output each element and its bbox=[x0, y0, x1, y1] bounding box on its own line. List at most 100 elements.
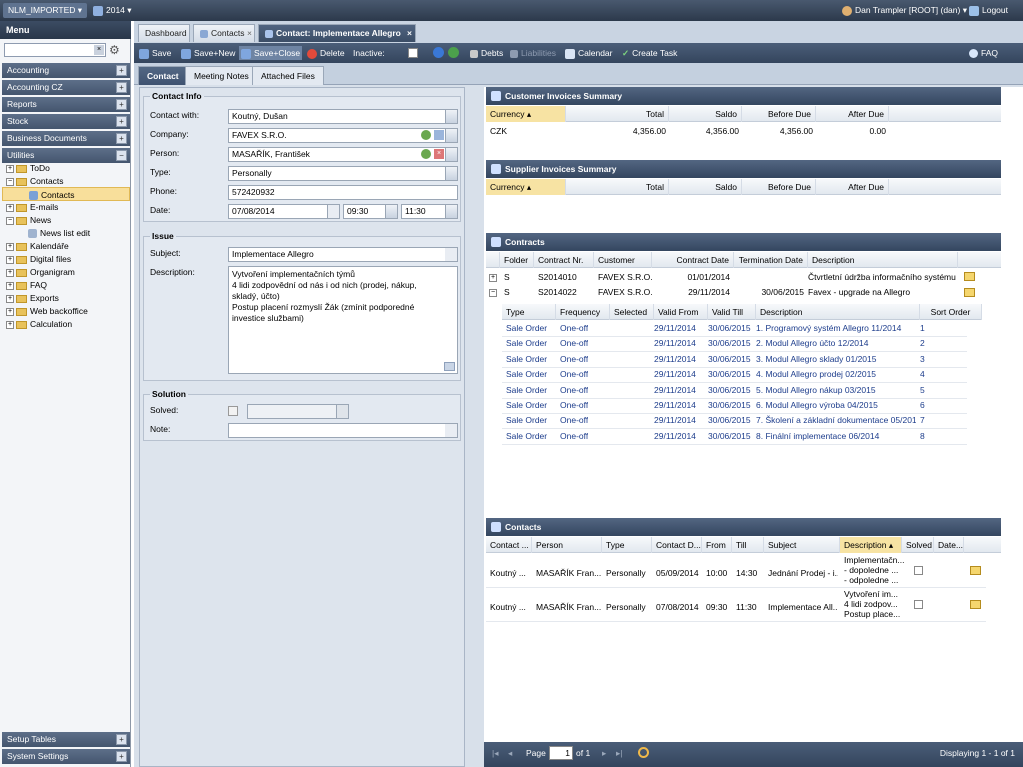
col-after-due[interactable]: After Due bbox=[816, 106, 889, 122]
next-page-icon[interactable]: ▸ bbox=[602, 748, 606, 759]
time-to-select[interactable]: 11:30 bbox=[401, 204, 458, 219]
menu-section-business-documents[interactable]: Business Documents + bbox=[2, 131, 130, 146]
expand-icon[interactable]: + bbox=[6, 164, 14, 173]
description-textarea[interactable]: Vytvoření implementačních týmů 4 lidi zo… bbox=[228, 266, 458, 374]
col-termination-date[interactable]: Termination Date bbox=[734, 252, 808, 268]
phone-input[interactable]: 572420932 bbox=[228, 185, 458, 200]
col-date[interactable]: Date... bbox=[934, 537, 964, 553]
col-before-due[interactable]: Before Due bbox=[742, 179, 816, 195]
tab-attached-files[interactable]: Attached Files bbox=[252, 66, 324, 85]
col-currency[interactable]: Currency ▴ bbox=[486, 106, 566, 122]
note-icon[interactable] bbox=[964, 272, 975, 281]
last-page-icon[interactable]: ▸| bbox=[616, 748, 622, 759]
expand-icon[interactable]: + bbox=[6, 320, 14, 329]
calendar-icon[interactable] bbox=[327, 205, 339, 218]
tree-item-kalendare[interactable]: + Kalendáře bbox=[2, 239, 130, 253]
calendar-icon[interactable] bbox=[336, 405, 348, 418]
tree-item-exports[interactable]: + Exports bbox=[2, 291, 130, 305]
expand-icon[interactable]: + bbox=[116, 99, 127, 110]
expand-icon[interactable]: + bbox=[116, 734, 127, 745]
chevron-down-icon[interactable] bbox=[385, 205, 397, 218]
col-till[interactable]: Till bbox=[732, 537, 764, 553]
col-saldo[interactable]: Saldo bbox=[669, 106, 742, 122]
year-selector[interactable]: 2014 ▾ bbox=[93, 3, 132, 18]
menu-section-stock[interactable]: Stock + bbox=[2, 114, 130, 129]
col-description[interactable]: Description bbox=[808, 252, 958, 268]
menu-section-setup-tables[interactable]: Setup Tables + bbox=[2, 732, 130, 747]
logout-button[interactable]: Logout bbox=[969, 3, 1008, 18]
tab-contact-implementace[interactable]: Contact: Implementace Allegro × bbox=[258, 24, 416, 42]
tree-item-organigram[interactable]: + Organigram bbox=[2, 265, 130, 279]
save-close-button[interactable]: Save+Close bbox=[239, 46, 303, 60]
col-folder[interactable]: Folder bbox=[500, 252, 534, 268]
col-frequency[interactable]: Frequency bbox=[556, 304, 610, 320]
note-icon[interactable] bbox=[964, 288, 975, 297]
col-description[interactable]: Description bbox=[756, 304, 920, 320]
tree-item-web-backoffice[interactable]: + Web backoffice bbox=[2, 304, 130, 318]
menu-section-reports[interactable]: Reports + bbox=[2, 97, 130, 112]
menu-section-accounting[interactable]: Accounting + bbox=[2, 63, 130, 78]
tree-item-todo[interactable]: + ToDo bbox=[2, 161, 130, 175]
user-menu[interactable]: Dan Trampler [ROOT] (dan) ▾ bbox=[842, 3, 967, 18]
page-input[interactable]: 1 bbox=[549, 746, 573, 760]
solved-checkbox[interactable] bbox=[914, 566, 923, 575]
col-from[interactable]: From bbox=[702, 537, 732, 553]
expand-icon[interactable]: + bbox=[6, 268, 14, 277]
collapse-icon[interactable]: − bbox=[6, 177, 14, 186]
col-valid-till[interactable]: Valid Till bbox=[708, 304, 756, 320]
link-icon[interactable] bbox=[421, 149, 431, 159]
note-icon[interactable] bbox=[970, 566, 981, 575]
col-description[interactable]: Description ▴ bbox=[840, 537, 902, 553]
menu-section-system-settings[interactable]: System Settings + bbox=[2, 749, 130, 764]
tab-contacts[interactable]: Contacts × bbox=[193, 24, 255, 42]
save-button[interactable]: Save bbox=[139, 46, 171, 60]
first-page-icon[interactable]: |◂ bbox=[492, 748, 498, 759]
expand-icon[interactable]: + bbox=[116, 116, 127, 127]
tree-item-news[interactable]: − News bbox=[2, 213, 130, 227]
chevron-down-icon[interactable] bbox=[445, 129, 457, 142]
close-icon[interactable]: × bbox=[407, 25, 412, 42]
chevron-down-icon[interactable] bbox=[445, 110, 457, 123]
col-selected[interactable]: Selected bbox=[610, 304, 654, 320]
type-select[interactable]: Personally bbox=[228, 166, 458, 181]
col-person[interactable]: Person bbox=[532, 537, 602, 553]
chevron-down-icon[interactable] bbox=[445, 167, 457, 180]
col-type[interactable]: Type bbox=[602, 537, 652, 553]
tree-item-emails[interactable]: + E-mails bbox=[2, 200, 130, 214]
expand-icon[interactable]: + bbox=[489, 274, 497, 282]
close-icon[interactable]: × bbox=[247, 25, 252, 42]
col-total[interactable]: Total bbox=[566, 179, 669, 195]
collapse-icon[interactable]: − bbox=[6, 216, 14, 225]
save-new-button[interactable]: Save+New bbox=[181, 46, 235, 60]
solved-date-input[interactable] bbox=[247, 404, 349, 419]
delete-button[interactable]: Delete bbox=[307, 46, 345, 60]
chevron-down-icon[interactable] bbox=[445, 148, 457, 161]
col-contact[interactable]: Contact ... bbox=[486, 537, 532, 553]
col-sort-order[interactable]: Sort Order bbox=[920, 304, 982, 320]
tree-item-news-list-edit[interactable]: News list edit bbox=[2, 226, 130, 240]
company-selector[interactable]: NLM_IMPORTED ▾ bbox=[3, 3, 88, 18]
tab-contact[interactable]: Contact bbox=[138, 66, 188, 85]
col-contract-date[interactable]: Contract Date bbox=[652, 252, 734, 268]
search-icon[interactable] bbox=[434, 130, 444, 140]
clear-icon[interactable]: × bbox=[94, 45, 104, 55]
expand-icon[interactable]: + bbox=[6, 242, 14, 251]
person-select[interactable]: MASAŘÍK, František × bbox=[228, 147, 458, 162]
debts-button[interactable]: Debts bbox=[470, 46, 503, 60]
col-total[interactable]: Total bbox=[566, 106, 669, 122]
calendar-button[interactable]: Calendar bbox=[565, 46, 613, 60]
menu-section-accounting-cz[interactable]: Accounting CZ + bbox=[2, 80, 130, 95]
collapse-icon[interactable]: − bbox=[489, 289, 497, 297]
col-contract-nr[interactable]: Contract Nr. bbox=[534, 252, 594, 268]
info-icon[interactable] bbox=[433, 47, 444, 58]
create-task-button[interactable]: ✓ Create Task bbox=[622, 46, 677, 60]
expand-icon[interactable]: + bbox=[116, 82, 127, 93]
expand-icon[interactable]: + bbox=[6, 203, 14, 212]
tab-dashboard[interactable]: Dashboard bbox=[138, 24, 190, 42]
tree-item-calculation[interactable]: + Calculation bbox=[2, 317, 130, 331]
date-input[interactable]: 07/08/2014 bbox=[228, 204, 340, 219]
subject-input[interactable]: Implementace Allegro bbox=[228, 247, 458, 262]
company-select[interactable]: FAVEX S.R.O. bbox=[228, 128, 458, 143]
clear-icon[interactable]: × bbox=[434, 149, 444, 159]
col-solved[interactable]: Solved bbox=[902, 537, 934, 553]
